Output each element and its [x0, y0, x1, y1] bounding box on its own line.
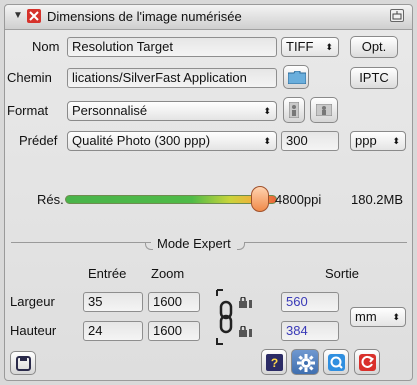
path-field[interactable]: lications/SilverFast Application — [67, 68, 277, 88]
output-column-header: Sortie — [325, 266, 359, 281]
dimensions-icon — [27, 9, 41, 23]
file-format-select[interactable]: TIFF ⬍ — [281, 37, 339, 57]
width-lock-icon[interactable] — [239, 296, 253, 312]
file-size-value: 180.2MB — [351, 192, 404, 207]
options-button[interactable]: Opt. — [350, 36, 398, 58]
panel-title: Dimensions de l'image numérisée — [47, 9, 242, 24]
zoom-column-header: Zoom — [151, 266, 185, 281]
select-arrows-icon: ⬍ — [392, 312, 400, 322]
resolution-slider-thumb[interactable] — [251, 186, 270, 212]
select-arrows-icon: ⬍ — [392, 136, 400, 146]
height-input-field[interactable]: 24 — [83, 321, 143, 341]
select-arrows-icon: ⬍ — [263, 106, 271, 116]
reset-button[interactable] — [354, 349, 380, 375]
panel-title-bar: ▼ Dimensions de l'image numérisée — [5, 5, 412, 30]
image-dimensions-panel: ▼ Dimensions de l'image numérisée Nom Re… — [4, 4, 413, 381]
divider-right — [245, 242, 407, 243]
portrait-icon — [288, 101, 300, 121]
format-label: Format — [7, 103, 49, 118]
refresh-icon — [359, 354, 376, 374]
path-label: Chemin — [7, 70, 52, 85]
name-field[interactable]: Resolution Target — [67, 37, 277, 57]
expert-mode-label: Mode Expert — [157, 236, 231, 251]
folder-button[interactable] — [283, 65, 309, 89]
resolution-unit-select[interactable]: ppp ⬍ — [350, 131, 406, 151]
settings-button[interactable] — [291, 349, 319, 375]
divider-curve-left — [145, 242, 153, 250]
help-button[interactable]: ? — [261, 349, 287, 375]
resolution-field[interactable]: 300 — [281, 131, 339, 151]
gear-icon — [297, 354, 315, 375]
width-input-field[interactable]: 35 — [83, 292, 143, 312]
height-output-field[interactable]: 384 — [281, 321, 339, 341]
format-value: Personnalisé — [72, 103, 148, 118]
width-zoom-field[interactable]: 1600 — [148, 292, 200, 312]
svg-text:?: ? — [271, 356, 278, 370]
height-label: Hauteur — [10, 323, 57, 338]
select-arrows-icon: ⬍ — [325, 42, 333, 52]
portrait-orientation-button[interactable] — [283, 97, 305, 123]
preset-select[interactable]: Qualité Photo (300 ppp) ⬍ — [67, 131, 277, 151]
iptc-button[interactable]: IPTC — [350, 67, 398, 89]
width-output-field[interactable]: 560 — [281, 292, 339, 312]
divider-curve-right — [237, 242, 245, 250]
landscape-icon — [315, 103, 333, 119]
height-zoom-field[interactable]: 1600 — [148, 321, 200, 341]
save-icon — [16, 356, 31, 374]
landscape-orientation-button[interactable] — [310, 97, 338, 123]
name-label: Nom — [32, 39, 60, 54]
save-button[interactable] — [10, 351, 36, 375]
resolution-slider-track[interactable] — [65, 195, 277, 204]
select-arrows-icon: ⬍ — [263, 136, 271, 146]
collapse-triangle-icon[interactable]: ▼ — [13, 10, 23, 21]
file-format-value: TIFF — [286, 39, 314, 54]
preset-value: Qualité Photo (300 ppp) — [72, 133, 211, 148]
preset-label: Prédef — [19, 133, 58, 148]
divider-left — [11, 242, 151, 243]
help-icon: ? — [266, 354, 283, 374]
output-unit-value: mm — [355, 309, 377, 324]
panel-menu-icon[interactable] — [390, 9, 404, 22]
quickview-icon — [328, 354, 345, 374]
resolution-value: 4800ppi — [275, 192, 322, 207]
width-label: Largeur — [10, 294, 55, 309]
input-column-header: Entrée — [88, 266, 127, 281]
resolution-label: Rés. — [37, 192, 64, 207]
resolution-unit-value: ppp — [355, 133, 377, 148]
chain-link-icon[interactable] — [215, 288, 237, 349]
height-lock-icon[interactable] — [239, 325, 253, 341]
quickview-button[interactable] — [323, 349, 349, 375]
format-select[interactable]: Personnalisé ⬍ — [67, 101, 277, 121]
output-unit-select[interactable]: mm ⬍ — [350, 307, 406, 327]
folder-icon — [287, 70, 307, 87]
